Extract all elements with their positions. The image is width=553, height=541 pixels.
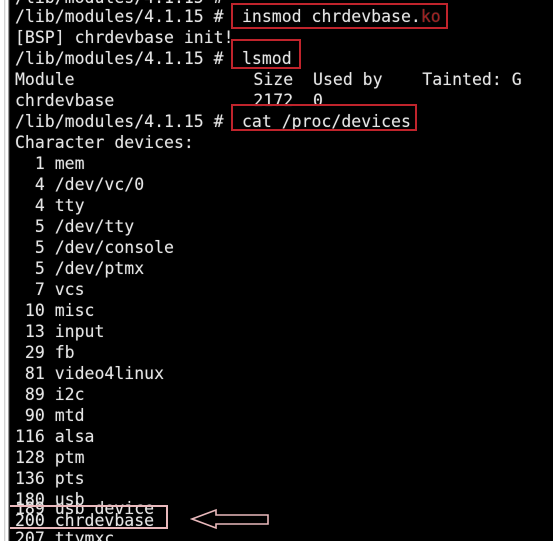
terminal-line-cat-prompt: /lib/modules/4.1.15 # — [15, 112, 234, 131]
terminal-line-lsmod-prompt: /lib/modules/4.1.15 # — [15, 49, 234, 68]
terminal-screenshot: /lib/modules/4.1.15 # /lib/modules/4.1.1… — [0, 0, 553, 541]
device-row-input: 13 input — [15, 322, 105, 341]
terminal-line-lsmod-command: lsmod — [242, 49, 292, 68]
terminal-output-area[interactable]: /lib/modules/4.1.15 # /lib/modules/4.1.1… — [10, 0, 553, 541]
device-row-dev-vc-0: 4 /dev/vc/0 — [15, 175, 145, 194]
terminal-line-lsmod-row: chrdevbase 2172 0 — [15, 91, 323, 110]
device-row-alsa: 116 alsa — [15, 427, 95, 446]
device-row-pts: 136 pts — [15, 469, 85, 488]
annotation-arrow-left-icon — [190, 508, 269, 530]
edge-line-inner — [5, 0, 6, 541]
terminal-line-cat-command: cat /proc/devices — [242, 112, 411, 131]
terminal-line-insmod-prompt: /lib/modules/4.1.15 # — [15, 7, 234, 26]
terminal-line-insmod-command: insmod chrdevbase.ko — [242, 6, 441, 27]
insmod-command-extension: ko — [420, 7, 441, 26]
device-row-misc: 10 misc — [15, 301, 95, 320]
device-row-mem: 1 mem — [15, 154, 85, 173]
device-row-ptm: 128 ptm — [15, 448, 85, 467]
device-row-dev-ptmx: 5 /dev/ptmx — [15, 259, 145, 278]
device-row-dev-console: 5 /dev/console — [15, 238, 174, 257]
device-row-fb: 29 fb — [15, 343, 75, 362]
terminal-line-lsmod-header: Module Size Used by Tainted: G — [15, 70, 522, 89]
device-row-tty: 4 tty — [15, 196, 85, 215]
device-row-i2c: 89 i2c — [15, 385, 85, 404]
device-row-vcs: 7 vcs — [15, 280, 85, 299]
insmod-command-text: insmod chrdevbase. — [242, 7, 421, 26]
terminal-line-character-devices-header: Character devices: — [15, 133, 194, 152]
device-row-mtd: 90 mtd — [15, 406, 85, 425]
window-left-edge — [0, 0, 10, 541]
device-row-dev-tty: 5 /dev/tty — [15, 217, 135, 236]
device-row-ttymxc: 207 ttymxc — [15, 529, 115, 541]
device-row-video4linux: 81 video4linux — [15, 364, 165, 383]
terminal-line-bsp-init: [BSP] chrdevbase init! — [15, 28, 234, 47]
